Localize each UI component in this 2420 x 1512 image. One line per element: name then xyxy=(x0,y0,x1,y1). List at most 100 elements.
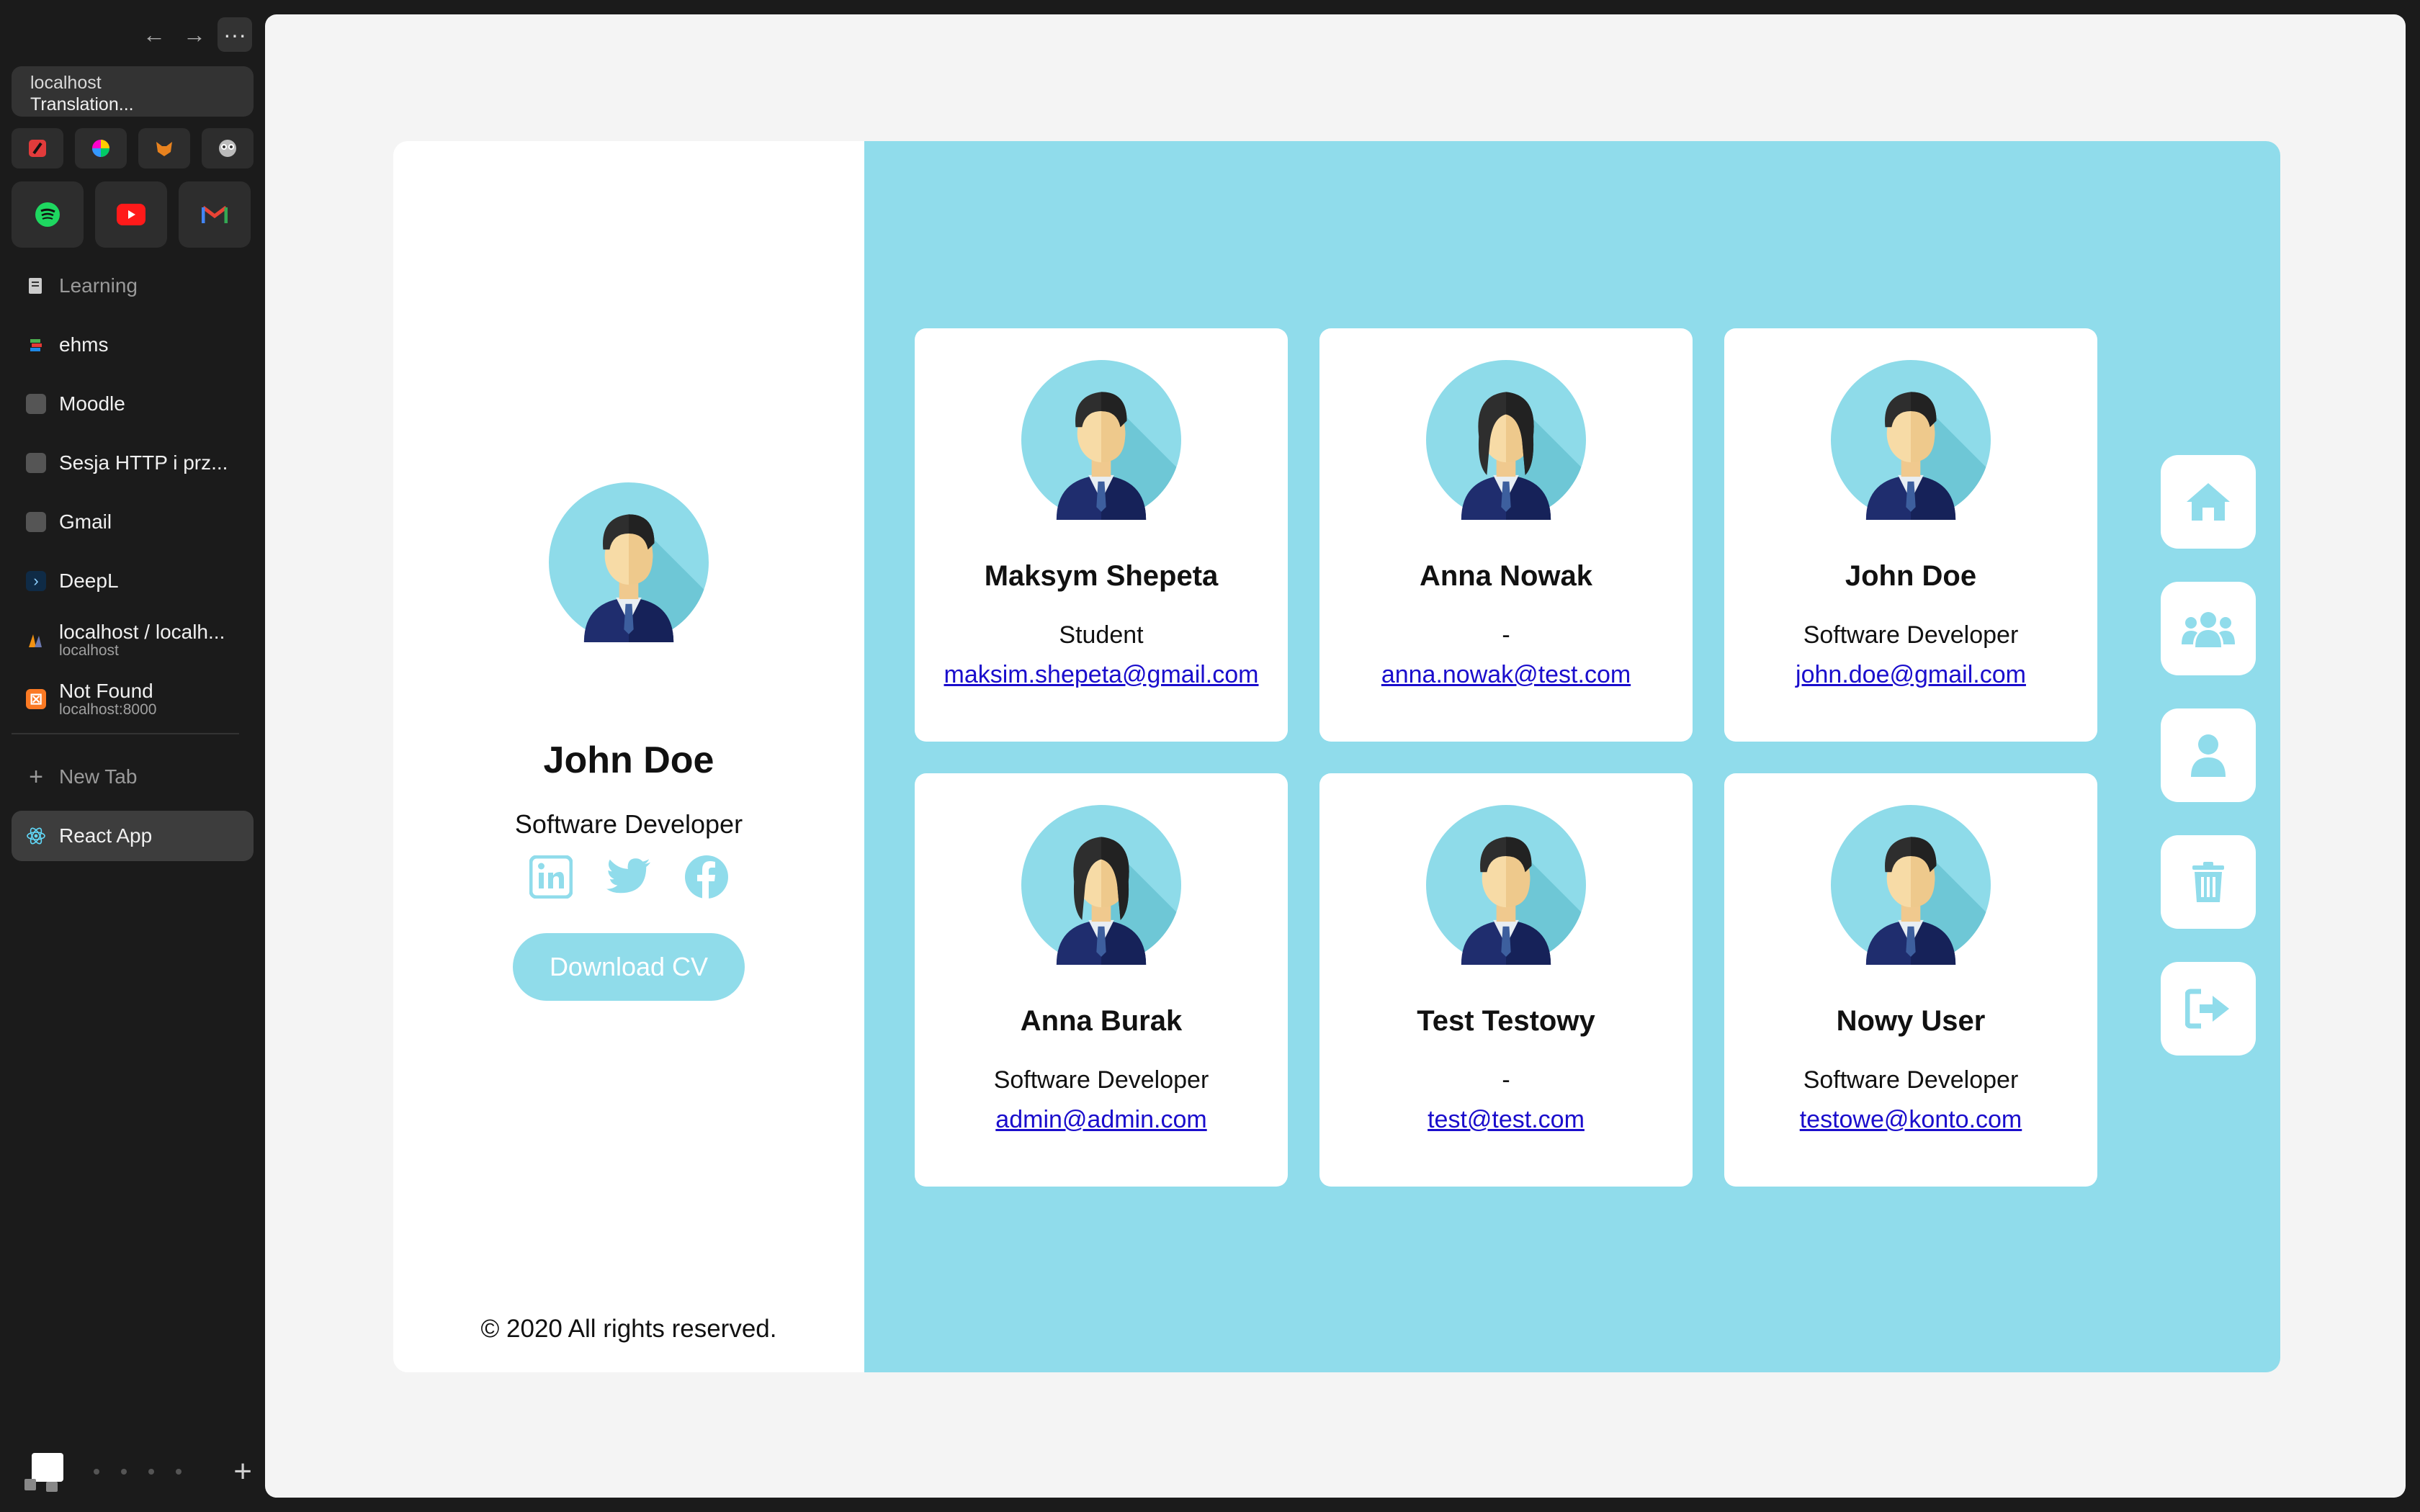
page-viewport: John Doe Software Developer Download CV … xyxy=(265,14,2406,1498)
new-tab-label: New Tab xyxy=(59,765,138,788)
tab-label: Learning xyxy=(59,274,138,297)
tab-moodle[interactable]: Moodle xyxy=(12,379,254,429)
user-name: Test Testowy xyxy=(1417,1005,1595,1037)
page-icon xyxy=(26,453,46,473)
user-card: Nowy User Software Developer testowe@kon… xyxy=(1724,773,2097,1187)
tab-deepl[interactable]: › DeepL xyxy=(12,556,254,606)
twitter-icon[interactable] xyxy=(606,854,652,900)
user-name: Nowy User xyxy=(1836,1005,1986,1037)
url-host: localhost xyxy=(30,73,102,93)
space-dots[interactable] xyxy=(94,1469,182,1475)
user-email-link[interactable]: testowe@konto.com xyxy=(1800,1106,2022,1134)
user-email-link[interactable]: maksim.shepeta@gmail.com xyxy=(944,661,1259,689)
user-card: Maksym Shepeta Student maksim.shepeta@gm… xyxy=(915,328,1288,742)
url-title: Translation... xyxy=(30,94,134,114)
home-button[interactable] xyxy=(2161,455,2256,549)
extension-colorwheel-icon[interactable] xyxy=(75,128,127,168)
youtube-icon[interactable] xyxy=(95,181,167,248)
user-role: Software Developer xyxy=(993,1066,1209,1094)
trash-icon xyxy=(2192,862,2224,902)
nav-buttons: ← → ··· xyxy=(137,17,252,52)
plus-icon: + xyxy=(29,762,43,791)
delete-button[interactable] xyxy=(2161,835,2256,929)
url-bar[interactable]: localhost Translation... xyxy=(12,66,254,117)
tab-gmail[interactable]: Gmail xyxy=(12,497,254,547)
books-icon xyxy=(26,335,46,355)
user-role: Student xyxy=(1059,621,1144,649)
spotify-icon[interactable] xyxy=(12,181,84,248)
back-arrow-icon[interactable]: ← xyxy=(137,17,171,52)
user-card: Anna Nowak - anna.nowak@test.com xyxy=(1319,328,1693,742)
user-role: - xyxy=(1502,1066,1510,1094)
sidebar-bottom-bar: + xyxy=(22,1450,252,1493)
user-avatar xyxy=(1831,805,1991,965)
user-card: Test Testowy - test@test.com xyxy=(1319,773,1693,1187)
tab-learning[interactable]: Learning xyxy=(12,261,254,311)
tab-sublabel: localhost xyxy=(59,642,119,659)
extension-owl-icon[interactable] xyxy=(202,128,254,168)
user-card-grid: Maksym Shepeta Student maksim.shepeta@gm… xyxy=(915,328,2097,1187)
users-button[interactable] xyxy=(2161,582,2256,675)
copyright-footer: © 2020 All rights reserved. xyxy=(480,1315,777,1343)
logout-button[interactable] xyxy=(2161,962,2256,1056)
profile-button[interactable] xyxy=(2161,708,2256,802)
tab-divider xyxy=(12,733,239,734)
download-cv-button[interactable]: Download CV xyxy=(513,933,745,1001)
users-panel: Maksym Shepeta Student maksim.shepeta@gm… xyxy=(864,141,2280,1372)
tab-react-app[interactable]: React App xyxy=(12,811,254,861)
users-group-icon xyxy=(2182,612,2235,647)
profile-name: John Doe xyxy=(543,739,714,781)
downloads-icon[interactable] xyxy=(22,1450,65,1493)
app-container: John Doe Software Developer Download CV … xyxy=(393,141,2280,1372)
page-icon xyxy=(26,394,46,414)
linkedin-icon[interactable] xyxy=(528,854,574,900)
user-name: Anna Burak xyxy=(1020,1005,1183,1037)
extension-fox-icon[interactable] xyxy=(138,128,190,168)
user-role: Software Developer xyxy=(1803,621,2019,649)
extensions-row xyxy=(12,128,254,168)
profile-panel: John Doe Software Developer Download CV … xyxy=(393,141,864,1372)
user-avatar xyxy=(1021,805,1181,965)
user-name: John Doe xyxy=(1845,560,1977,592)
deepl-icon: › xyxy=(26,571,46,591)
action-buttons xyxy=(2161,455,2256,1056)
tab-label: React App xyxy=(59,824,153,847)
user-email-link[interactable]: john.doe@gmail.com xyxy=(1796,661,2026,689)
user-avatar xyxy=(1426,360,1586,520)
user-avatar xyxy=(1021,360,1181,520)
tab-label: Not Found xyxy=(59,680,153,702)
tab-sesja-http[interactable]: Sesja HTTP i prz... xyxy=(12,438,254,488)
new-tab-button[interactable]: + New Tab xyxy=(12,752,254,802)
user-email-link[interactable]: admin@admin.com xyxy=(995,1106,1206,1134)
user-avatar xyxy=(1831,360,1991,520)
pinned-apps xyxy=(12,181,251,248)
facebook-icon[interactable] xyxy=(684,854,730,900)
forward-arrow-icon[interactable]: → xyxy=(177,17,212,52)
user-email-link[interactable]: anna.nowak@test.com xyxy=(1381,661,1631,689)
tab-label: Moodle xyxy=(59,392,125,415)
tab-phpmyadmin[interactable]: localhost / localh... localhost xyxy=(12,615,254,665)
user-role: Software Developer xyxy=(1803,1066,2019,1094)
user-card: John Doe Software Developer john.doe@gma… xyxy=(1724,328,2097,742)
add-space-icon[interactable]: + xyxy=(233,1454,252,1490)
tab-sublabel: localhost:8000 xyxy=(59,701,157,718)
user-role: - xyxy=(1502,621,1510,649)
tab-label: DeepL xyxy=(59,570,119,592)
learning-icon xyxy=(26,276,46,296)
tab-ehms[interactable]: ehms xyxy=(12,320,254,370)
sign-out-icon xyxy=(2185,989,2229,1029)
xampp-icon: ⊠ xyxy=(26,689,46,709)
tab-label: localhost / localh... xyxy=(59,621,225,643)
social-links xyxy=(393,854,864,900)
profile-role: Software Developer xyxy=(514,809,743,839)
home-icon xyxy=(2187,483,2230,521)
tab-not-found[interactable]: ⊠ Not Found localhost:8000 xyxy=(12,674,254,724)
user-email-link[interactable]: test@test.com xyxy=(1428,1106,1585,1134)
user-name: Maksym Shepeta xyxy=(984,560,1219,592)
user-avatar xyxy=(1426,805,1586,965)
gmail-icon[interactable] xyxy=(179,181,251,248)
extension-pen-icon[interactable] xyxy=(12,128,63,168)
browser-sidebar: ← → ··· localhost Translation... Learnin… xyxy=(0,0,265,1512)
tab-label: ehms xyxy=(59,333,109,356)
more-menu-icon[interactable]: ··· xyxy=(218,17,252,52)
